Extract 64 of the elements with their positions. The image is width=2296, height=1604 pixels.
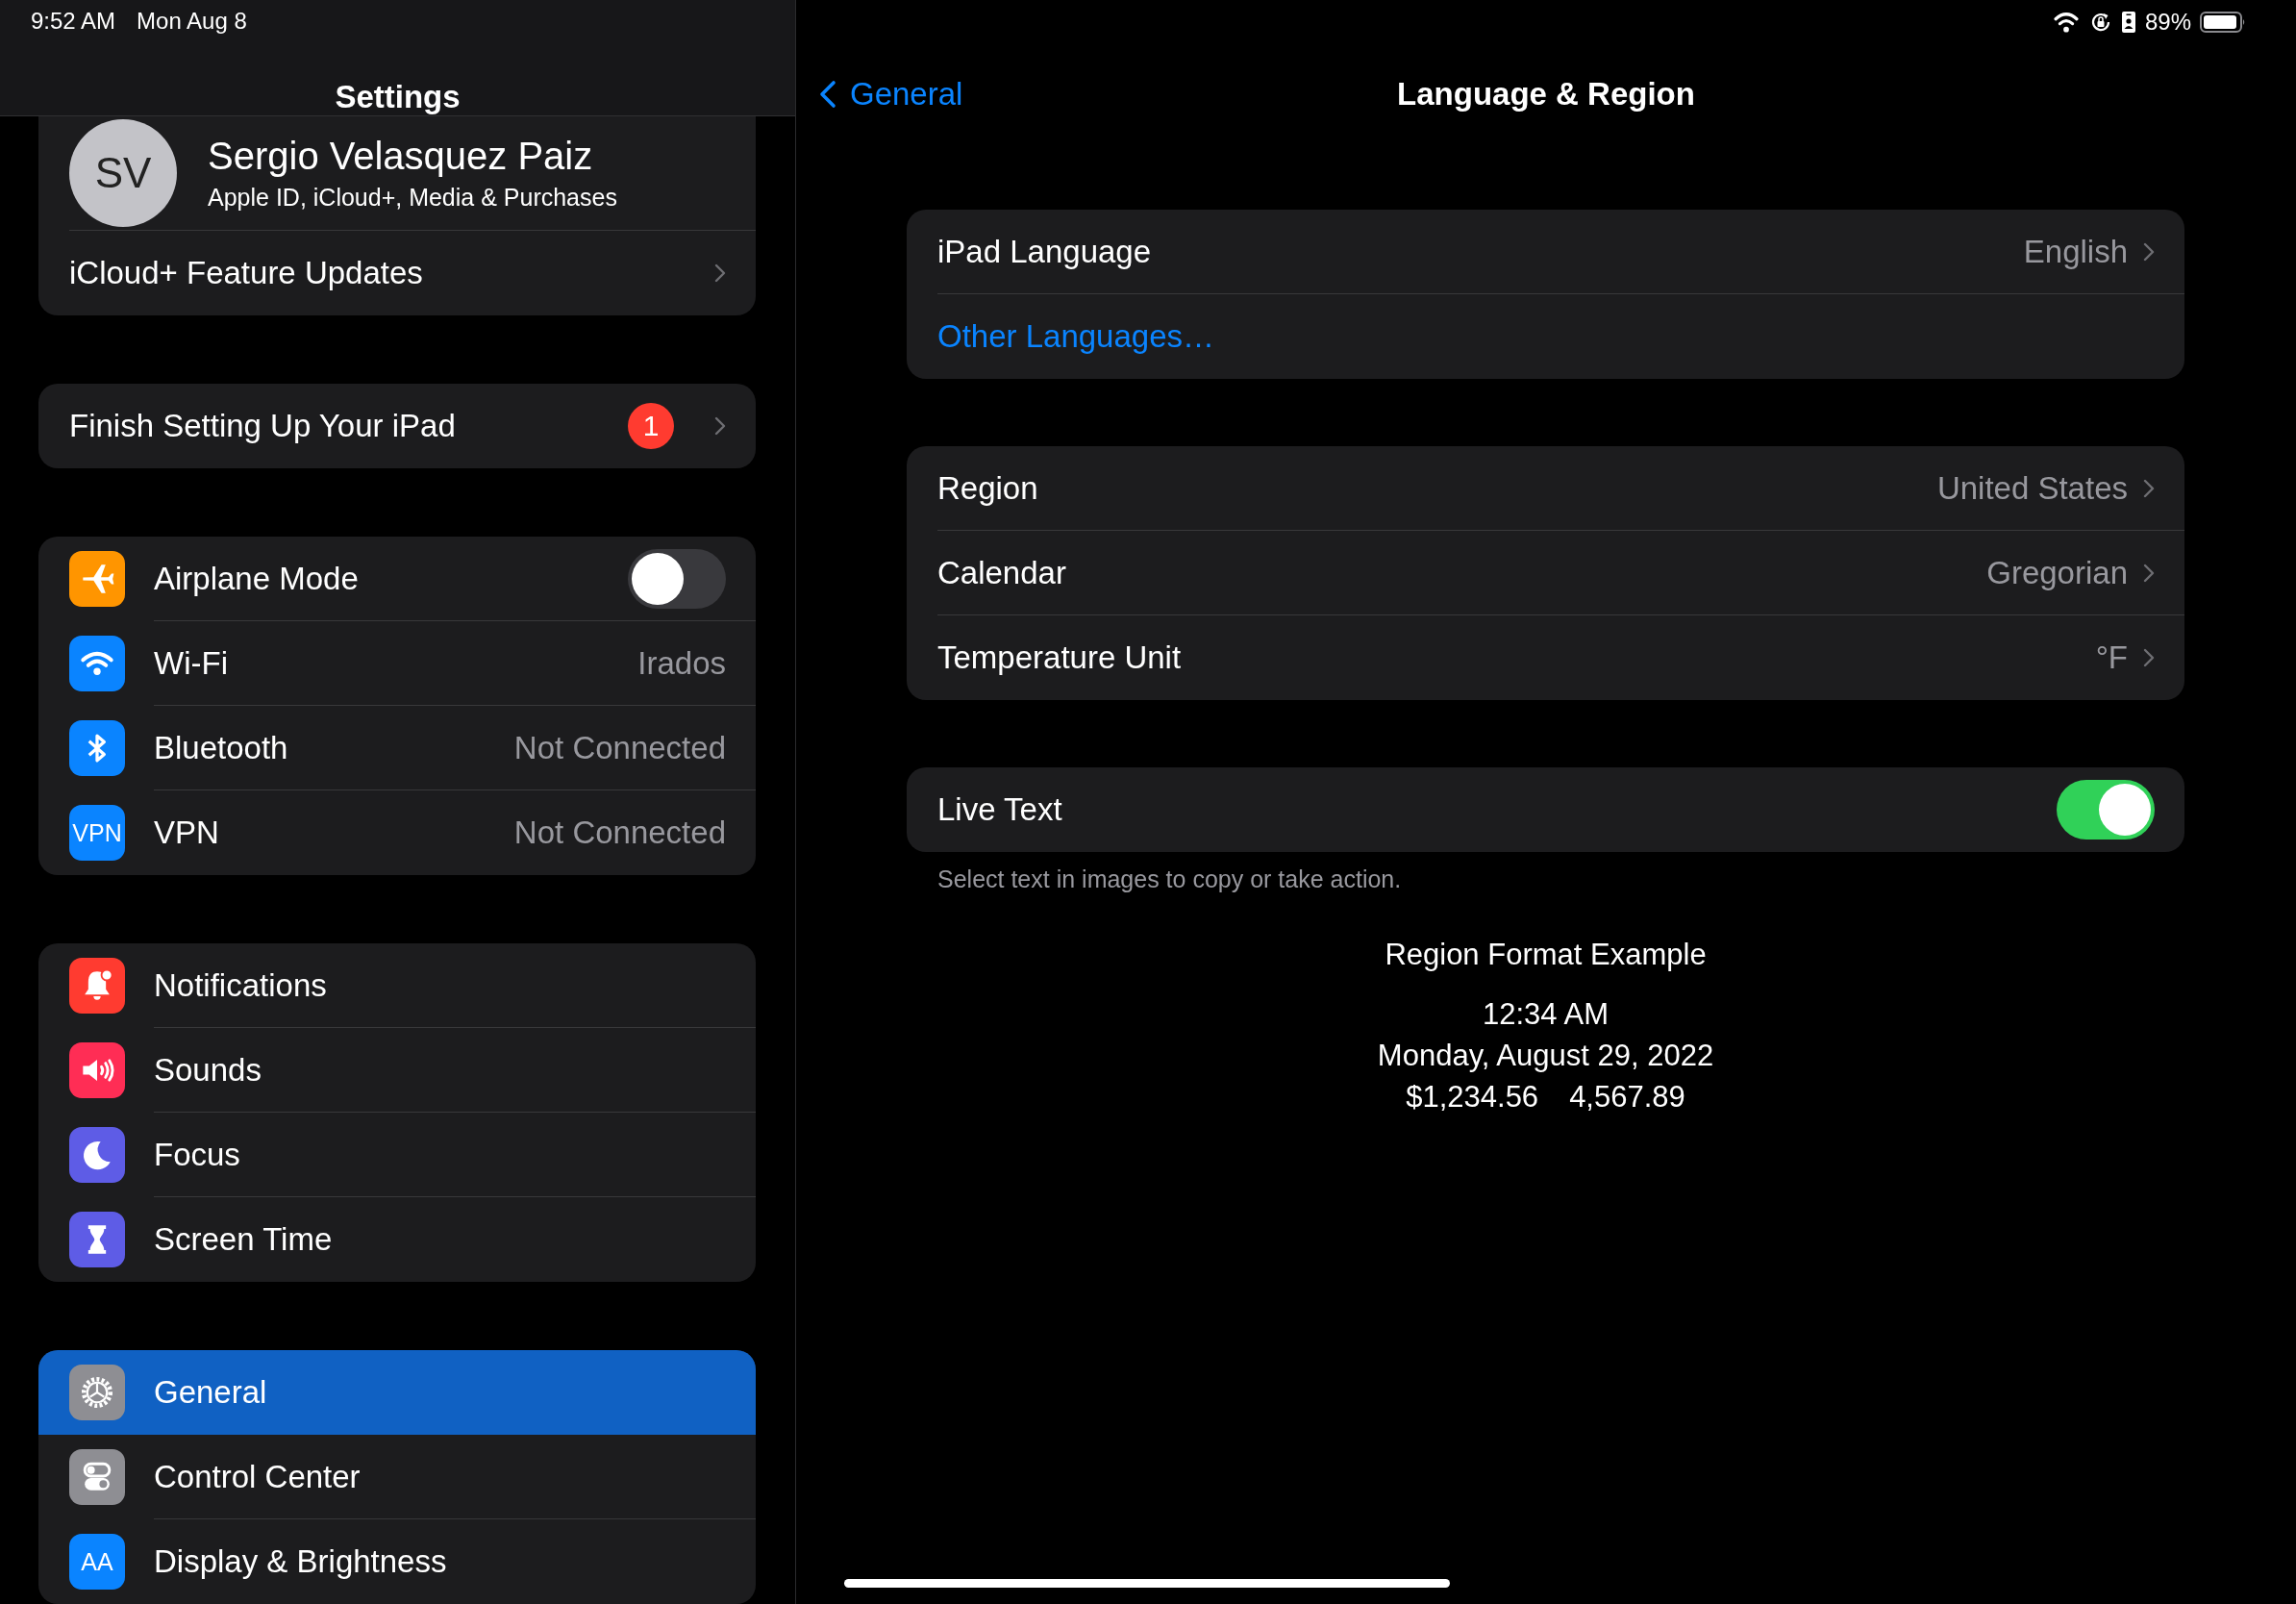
- settings-row[interactable]: Airplane Mode: [38, 537, 756, 621]
- row-label: Wi-Fi: [154, 644, 229, 682]
- example-line: Monday, August 29, 2022: [1377, 1038, 1714, 1074]
- example-line: 12:34 AM: [1483, 996, 1609, 1033]
- settings-row[interactable]: AA Display & Brightness: [38, 1519, 756, 1604]
- status-date: Mon Aug 8: [137, 8, 247, 36]
- status-time: 9:52 AM: [31, 8, 116, 36]
- settings-row[interactable]: iPad Language English: [907, 210, 2184, 294]
- page-title: Language & Region: [1397, 75, 1695, 112]
- row-label: Bluetooth: [154, 729, 289, 766]
- row-label: VPN: [154, 815, 220, 851]
- row-label: Calendar: [937, 554, 1067, 591]
- settings-row[interactable]: Other Languages…: [907, 294, 2184, 379]
- settings-row[interactable]: Focus: [38, 1113, 756, 1197]
- row-value: United States: [1936, 469, 2128, 507]
- row-value: Not Connected: [513, 815, 726, 851]
- settings-row[interactable]: Screen Time: [38, 1197, 756, 1282]
- settings-row[interactable]: Region United States: [907, 446, 2184, 531]
- settings-row[interactable]: Live Text: [907, 767, 2184, 852]
- notification-badge: 1: [628, 403, 674, 449]
- settings-row[interactable]: Notifications: [38, 943, 756, 1028]
- avatar[interactable]: SV: [69, 119, 177, 227]
- row-label: Airplane Mode: [154, 560, 360, 597]
- row-label: Focus: [154, 1136, 241, 1173]
- battery-percentage: 89%: [2144, 9, 2191, 36]
- settings-row[interactable]: Sounds: [38, 1028, 756, 1113]
- back-button[interactable]: General: [819, 75, 963, 113]
- row-label: General: [154, 1374, 268, 1411]
- icon-label: VPN: [72, 818, 122, 847]
- row-label: iCloud+ Feature Updates: [69, 255, 424, 291]
- icon-label: AA: [81, 1547, 113, 1576]
- row-label: Notifications: [154, 966, 328, 1004]
- settings-row[interactable]: VPN VPN Not Connected: [38, 790, 756, 875]
- row-label: Display & Brightness: [154, 1543, 448, 1580]
- settings-row[interactable]: Wi-Fi Irados: [38, 621, 756, 706]
- example-number: $1,234.56: [1406, 1079, 1539, 1115]
- settings-row[interactable]: Bluetooth Not Connected: [38, 706, 756, 790]
- row-value: Not Connected: [513, 729, 726, 766]
- row-label: Temperature Unit: [937, 639, 1183, 676]
- row-label: Finish Setting Up Your iPad: [69, 408, 457, 444]
- settings-row[interactable]: Temperature Unit °F: [907, 615, 2184, 700]
- row-value: Gregorian: [1986, 554, 2128, 591]
- row-label: iPad Language: [937, 233, 1153, 270]
- settings-row[interactable]: Calendar Gregorian: [907, 531, 2184, 615]
- row-label: Control Center: [154, 1458, 362, 1495]
- footer-note: Select text in images to copy or take action.: [936, 865, 1403, 893]
- account-subtitle: Apple ID, iCloud+, Media & Purchases: [208, 184, 617, 212]
- row-value: Irados: [637, 644, 726, 682]
- row-value: °F: [2095, 639, 2128, 676]
- row-label: Sounds: [154, 1051, 262, 1089]
- sidebar-title: Settings: [335, 79, 461, 114]
- settings-row[interactable]: iCloud+ Feature Updates: [38, 231, 756, 315]
- row-label: Live Text: [937, 791, 1063, 828]
- settings-row[interactable]: Control Center: [38, 1435, 756, 1519]
- example-title: Region Format Example: [1385, 938, 1707, 972]
- row-label: Region: [937, 469, 1039, 507]
- row-label: Screen Time: [154, 1221, 334, 1258]
- settings-row[interactable]: General: [38, 1350, 756, 1435]
- row-value: English: [2023, 233, 2128, 270]
- settings-row[interactable]: Finish Setting Up Your iPad 1: [38, 384, 756, 468]
- avatar-initials: SV: [94, 149, 152, 197]
- link[interactable]: Other Languages…: [937, 318, 2155, 355]
- account-name[interactable]: Sergio Velasquez Paiz: [208, 135, 617, 178]
- example-number: 4,567.89: [1569, 1079, 1685, 1115]
